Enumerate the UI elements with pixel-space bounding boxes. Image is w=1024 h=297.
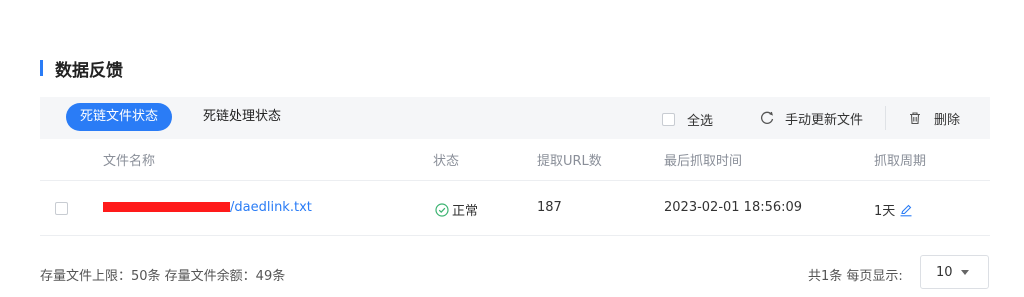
refresh-label: 手动更新文件 [785,112,864,128]
toolbar: 死链文件状态 死链处理状态 全选 手动更新文件 删除 [40,97,990,139]
page-size-value: 10 [936,264,953,280]
pagination-total: 共1条 每页显示: [808,269,903,284]
tab-dead-link-file-status[interactable]: 死链文件状态 [66,103,173,131]
page-title: 数据反馈 [55,60,123,81]
section-header: 数据反馈 [40,58,123,81]
crawl-period-value: 1天 [874,204,896,219]
redacted-url [103,201,230,212]
check-circle-icon [435,202,449,217]
status-text: 正常 [452,204,479,219]
toolbar-divider [885,106,886,130]
delete-button[interactable]: 删除 [908,108,960,128]
refresh-icon [761,111,774,124]
title-accent-bar [40,60,43,76]
quota-info: 存量文件上限：50条 存量文件余额：49条 [40,269,286,284]
column-header-crawl-period[interactable]: 抓取周期 [874,150,926,169]
column-header-url-count[interactable]: 提取URL数 [537,150,602,169]
page-size-select[interactable]: 10 [920,255,989,289]
last-crawl-time: 2023-02-01 18:56:09 [664,200,803,215]
header-divider [40,180,990,181]
delete-label: 删除 [934,112,961,128]
caret-down-icon [960,269,969,275]
row-divider [40,235,990,236]
pencil-icon[interactable] [899,203,913,217]
url-count: 187 [537,200,562,215]
column-header-filename[interactable]: 文件名称 [103,150,155,169]
checkbox[interactable] [662,112,675,126]
trash-icon [910,112,920,125]
status-cell: 正常 [435,200,478,219]
select-all-checkbox[interactable]: 全选 [662,110,714,129]
row-checkbox[interactable] [55,202,68,215]
select-all-label: 全选 [687,113,714,129]
column-header-status[interactable]: 状态 [433,150,459,169]
column-header-last-crawl[interactable]: 最后抓取时间 [664,150,742,169]
crawl-period-cell: 1天 [874,200,913,219]
tab-dead-link-processing-status[interactable]: 死链处理状态 [203,103,281,131]
refresh-file-button[interactable]: 手动更新文件 [759,108,863,128]
filename-link[interactable]: /daedlink.txt [103,200,312,215]
filename-suffix: /daedlink.txt [230,200,312,215]
